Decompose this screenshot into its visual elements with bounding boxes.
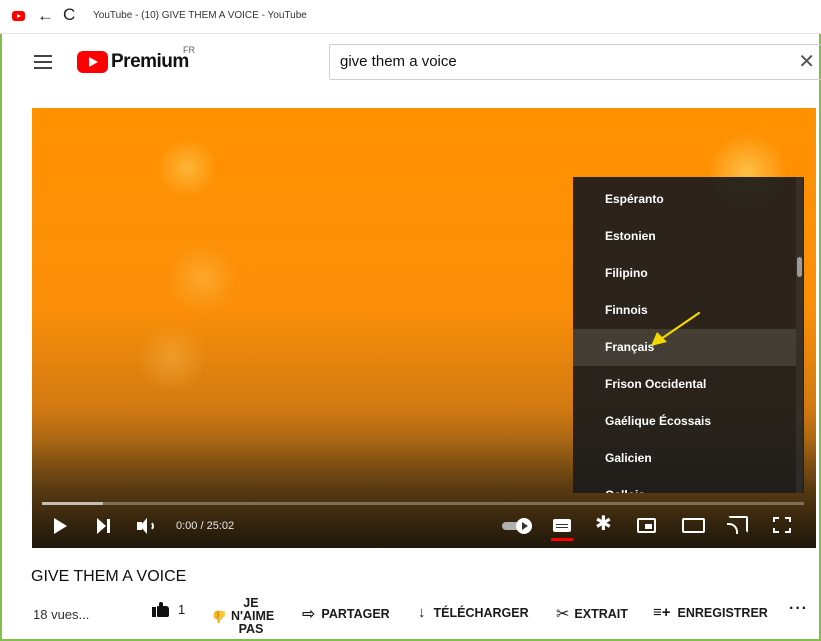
share-icon: ⇨: [302, 606, 316, 623]
language-option[interactable]: Filipino: [573, 255, 796, 292]
more-actions-button[interactable]: ···: [789, 600, 808, 618]
progress-buffer: [42, 502, 103, 505]
region-code: FR: [183, 45, 195, 55]
autoplay-toggle-icon[interactable]: [502, 518, 536, 534]
progress-bar[interactable]: [42, 502, 804, 505]
masthead: Premium FR ✕: [2, 35, 821, 90]
volume-icon[interactable]: [137, 518, 159, 534]
youtube-favicon-icon: [12, 11, 25, 21]
language-option[interactable]: Galicien: [573, 440, 796, 477]
view-count[interactable]: 18 vues...: [33, 607, 89, 622]
miniplayer-icon[interactable]: [637, 518, 656, 533]
menu-scrollbar[interactable]: [796, 177, 803, 493]
window-title: YouTube - (10) GIVE THEM A VOICE - YouTu…: [93, 10, 307, 21]
subtitles-icon[interactable]: [553, 519, 571, 532]
save-label: ENREGISTRER: [677, 605, 768, 620]
menu-scrollbar-thumb[interactable]: [797, 257, 802, 277]
share-label: PARTAGER: [321, 607, 390, 621]
search-box[interactable]: ✕: [329, 44, 821, 80]
language-option[interactable]: Espéranto: [573, 181, 796, 218]
clear-search-icon[interactable]: ✕: [798, 50, 815, 74]
youtube-premium-logo[interactable]: Premium: [77, 51, 189, 73]
scissors-icon: ✂: [556, 606, 570, 623]
dislike-label: JE N'AIME PAS: [230, 596, 275, 636]
video-player[interactable]: Espéranto Estonien Filipino Finnois Français…: [32, 108, 816, 548]
time-display: 0:00 / 25:02: [176, 520, 235, 532]
download-icon: ↓: [418, 604, 426, 621]
logo-text: Premium: [111, 51, 189, 72]
fullscreen-icon[interactable]: [773, 517, 791, 533]
share-button[interactable]: ⇨ PARTAGER: [302, 604, 390, 624]
hamburger-menu-icon[interactable]: [34, 55, 52, 69]
clip-button[interactable]: ✂ EXTRAIT: [556, 604, 628, 624]
youtube-logo-icon: [77, 51, 108, 73]
subtitles-active-indicator: [551, 538, 573, 541]
save-button[interactable]: ≡+ ENREGISTRER: [653, 604, 768, 621]
theater-mode-icon[interactable]: [682, 518, 705, 533]
search-input[interactable]: [340, 53, 740, 70]
language-option[interactable]: Gaélique Écossais: [573, 403, 796, 440]
language-option[interactable]: Estonien: [573, 218, 796, 255]
thumbs-down-icon: 👍: [212, 609, 227, 624]
like-count: 1: [178, 602, 186, 617]
video-title: GIVE THEM A VOICE: [31, 568, 187, 585]
language-option[interactable]: Gallois: [573, 477, 796, 493]
like-button[interactable]: 1: [152, 602, 185, 617]
back-arrow-icon[interactable]: ←: [37, 6, 54, 26]
next-icon[interactable]: [97, 518, 111, 534]
dislike-button[interactable]: 👍 JE N'AIME PAS: [212, 596, 275, 636]
settings-gear-icon[interactable]: ✱: [595, 513, 612, 535]
thumbs-up-icon: [152, 602, 169, 617]
clip-label: EXTRAIT: [574, 607, 628, 621]
add-to-playlist-icon: ≡+: [653, 604, 671, 621]
reload-icon[interactable]: C: [63, 5, 75, 25]
download-button[interactable]: ↓ TÉLÉCHARGER: [418, 604, 529, 621]
window-title-bar: ← C YouTube - (10) GIVE THEM A VOICE - Y…: [0, 0, 821, 34]
language-option[interactable]: Frison Occidental: [573, 366, 796, 403]
cast-icon[interactable]: [727, 516, 748, 534]
annotation-arrow-icon: [651, 311, 701, 346]
download-label: TÉLÉCHARGER: [433, 605, 529, 620]
play-icon[interactable]: [54, 518, 67, 534]
